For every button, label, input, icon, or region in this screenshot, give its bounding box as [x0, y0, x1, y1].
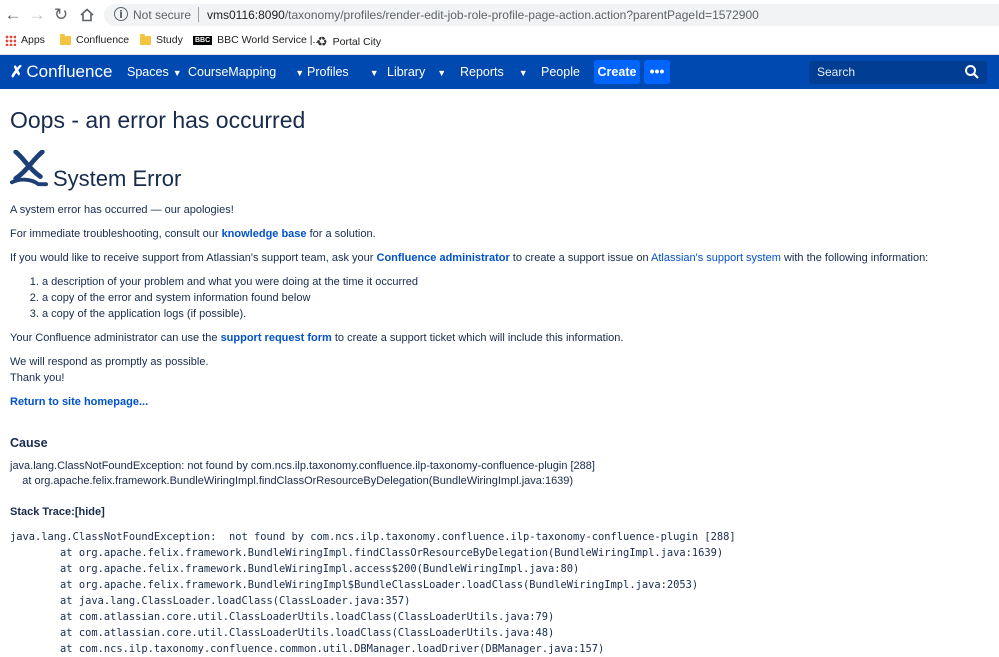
- confluence-logo[interactable]: ✗ Confluence: [10, 62, 112, 82]
- chevron-down-icon: ▼: [172, 67, 182, 78]
- folder-icon: [140, 33, 151, 45]
- support-text: If you would like to receive support fro…: [10, 252, 928, 264]
- nav-label: Library: [387, 65, 426, 79]
- nav-library[interactable]: Library ▼: [387, 65, 446, 79]
- stack-trace: java.lang.ClassNotFoundException: not fo…: [10, 529, 736, 657]
- bookmark-portal-city[interactable]: ♻ Portal City: [316, 34, 381, 50]
- stack-hide-toggle[interactable]: [hide]: [75, 506, 105, 518]
- nav-label: Reports: [460, 65, 504, 79]
- system-error-title: System Error: [53, 166, 182, 191]
- bbc-icon: BBC: [193, 35, 213, 45]
- cause-line: java.lang.ClassNotFoundException: not fo…: [10, 460, 595, 472]
- folder-icon: [60, 33, 71, 45]
- nav-label: CourseMapping: [188, 65, 277, 79]
- support-request-form-link[interactable]: support request form: [221, 332, 332, 344]
- search-placeholder: Search: [817, 65, 856, 79]
- bookmarks-bar: Apps Confluence Study BBC BBC World Servi…: [0, 30, 999, 55]
- portal-icon: ♻: [316, 34, 328, 49]
- url-separator: [198, 7, 199, 22]
- nav-reports[interactable]: Reports ▼: [460, 65, 528, 79]
- confluence-logo-icon: ✗: [10, 64, 24, 81]
- stack-line: at java.lang.ClassLoader.loadClass(Class…: [10, 595, 411, 607]
- knowledge-base-link[interactable]: knowledge base: [222, 228, 307, 240]
- support-system-link[interactable]: Atlassian's support system: [651, 252, 781, 264]
- url-path: /taxonomy/profiles/render-edit-job-role-…: [284, 8, 759, 22]
- apology-text: A system error has occurred — our apolog…: [10, 204, 234, 216]
- logo-text: Confluence: [26, 62, 113, 81]
- info-icon[interactable]: i: [114, 7, 128, 21]
- list-item: a description of your problem and what y…: [42, 274, 418, 290]
- chevron-down-icon: ▼: [518, 67, 528, 78]
- nav-label: Spaces: [127, 65, 169, 79]
- stack-label-text: Stack Trace:: [10, 506, 75, 518]
- respond-text: We will respond as promptly as possible.: [10, 356, 209, 368]
- cause-line: at org.apache.felix.framework.BundleWiri…: [10, 475, 574, 487]
- home-link-row: Return to site homepage...: [10, 396, 148, 408]
- confluence-header: ✗ Confluence Spaces ▼ CourseMapping ▼ Profi…: [0, 55, 999, 89]
- chevron-down-icon: ▼: [295, 67, 305, 78]
- nav-spaces[interactable]: Spaces ▼: [127, 65, 182, 79]
- create-button[interactable]: Create: [594, 60, 640, 84]
- home-icon[interactable]: [77, 5, 97, 25]
- info-list: a description of your problem and what y…: [10, 274, 418, 322]
- stack-line: at org.apache.felix.framework.BundleWiri…: [10, 579, 699, 591]
- not-secure-label: Not secure: [133, 8, 192, 22]
- nav-people[interactable]: People: [541, 65, 580, 79]
- url-field[interactable]: i Not secure vms0116:8090/taxonomy/profi…: [104, 4, 999, 26]
- text-segment: for a solution.: [306, 228, 376, 240]
- chevron-down-icon: ▼: [437, 67, 447, 78]
- bookmark-study[interactable]: Study: [140, 33, 183, 46]
- search-input[interactable]: Search: [809, 61, 987, 84]
- back-arrow-icon[interactable]: ←: [3, 5, 23, 25]
- nav-coursemapping[interactable]: CourseMapping ▼: [188, 65, 304, 79]
- bookmark-label: Study: [156, 34, 183, 46]
- stack-line: at com.atlassian.core.util.ClassLoaderUt…: [10, 611, 555, 623]
- stack-line: at org.apache.felix.framework.BundleWiri…: [10, 563, 580, 575]
- url-text[interactable]: vms0116:8090/taxonomy/profiles/render-ed…: [207, 8, 759, 22]
- cause-heading: Cause: [10, 436, 48, 450]
- bookmark-label: BBC World Service |...: [217, 34, 322, 46]
- nav-label: Profiles: [307, 65, 349, 79]
- bookmark-label: Portal City: [332, 35, 382, 48]
- stack-line: at com.ncs.ilp.taxonomy.confluence.commo…: [10, 643, 605, 655]
- reload-icon[interactable]: ↻: [51, 5, 71, 25]
- text-segment: to create a support issue on: [509, 252, 652, 264]
- text-segment: to create a support ticket which will in…: [331, 332, 624, 344]
- text-segment: If you would like to receive support fro…: [10, 252, 377, 264]
- text-segment: For immediate troubleshooting, consult o…: [10, 228, 222, 240]
- troubleshoot-text: For immediate troubleshooting, consult o…: [10, 228, 376, 240]
- stack-trace-label: Stack Trace:[hide]: [10, 506, 105, 518]
- stack-line: java.lang.ClassNotFoundException: not fo…: [10, 531, 736, 543]
- search-icon[interactable]: [964, 64, 980, 80]
- url-host: vms0116:8090: [207, 8, 285, 22]
- apps-grid-icon: [5, 34, 16, 46]
- list-item: a copy of the error and system informati…: [42, 290, 418, 306]
- bookmark-apps[interactable]: Apps: [5, 34, 45, 46]
- text-segment: with the following information:: [780, 252, 929, 264]
- return-home-link[interactable]: Return to site homepage...: [10, 396, 148, 408]
- nav-profiles[interactable]: Profiles ▼: [307, 65, 379, 79]
- bookmark-confluence[interactable]: Confluence: [60, 33, 130, 46]
- chevron-down-icon: ▼: [369, 67, 379, 78]
- bookmark-label: Confluence: [76, 34, 130, 46]
- bookmark-bbc[interactable]: BBC BBC World Service |...: [193, 34, 321, 46]
- confluence-admin-link[interactable]: Confluence administrator: [377, 252, 510, 264]
- forward-arrow-icon[interactable]: →: [27, 5, 47, 25]
- list-item: a copy of the application logs (if possi…: [42, 306, 418, 322]
- more-button[interactable]: •••: [644, 60, 670, 84]
- admin-text: Your Confluence administrator can use th…: [10, 332, 623, 344]
- stack-line: at org.apache.felix.framework.BundleWiri…: [10, 547, 724, 559]
- page-title: Oops - an error has occurred: [10, 107, 306, 133]
- thanks-text: Thank you!: [10, 372, 65, 384]
- browser-address-bar: ← → ↻ i Not secure vms0116:8090/taxonomy…: [0, 0, 999, 30]
- stack-line: at com.atlassian.core.util.ClassLoaderUt…: [10, 627, 555, 639]
- atlassian-x-icon: [10, 150, 48, 187]
- text-segment: Your Confluence administrator can use th…: [10, 332, 221, 344]
- bookmark-label: Apps: [21, 34, 45, 46]
